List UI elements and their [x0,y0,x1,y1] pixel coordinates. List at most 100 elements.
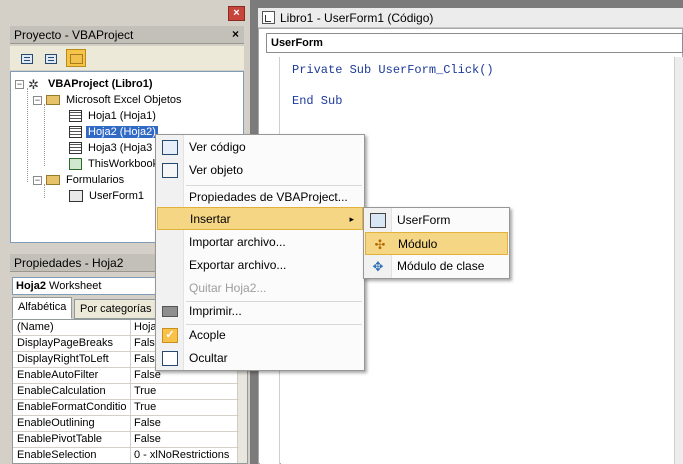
object-combo[interactable]: UserForm [266,33,683,53]
vba-project-icon: ✲ [28,76,39,92]
project-toolbar [10,46,244,70]
submenu-item-userform[interactable]: UserForm [364,209,509,232]
property-row[interactable]: EnableSelection 0 - xlNoRestrictions [13,448,240,463]
menu-item-label: Exportar archivo... [189,258,287,272]
menu-item-view-object[interactable]: Ver objeto [156,159,364,182]
menu-item-dockable[interactable]: ✓ Acople [156,324,364,347]
tab-alphabetic[interactable]: Alfabética [12,297,73,319]
menu-item-project-properties[interactable]: Propiedades de VBAProject... [156,186,364,209]
property-row[interactable]: EnableCalculation True [13,384,239,400]
code-vertical-scrollbar[interactable] [674,57,683,464]
menu-item-hide[interactable]: Ocultar [156,347,364,370]
collapse-icon[interactable]: − [15,79,24,89]
toggle-folders-toolbar-button[interactable] [66,49,86,67]
menu-item-label: Módulo de clase [397,259,485,273]
tree-item-userform[interactable]: UserForm1 [69,188,146,204]
collapse-icon[interactable]: − [33,175,42,185]
menu-item-label: UserForm [397,213,451,227]
tree-item-root[interactable]: − ✲ VBAProject (Libro1) [15,76,155,92]
property-name: EnableOutlining [17,417,95,429]
property-name: EnableSelection [17,449,97,461]
code-window-titlebar[interactable]: Libro1 - UserForm1 (Código) [258,8,683,28]
code-line[interactable]: Private Sub UserForm_Click() [292,63,494,77]
menu-item-view-code[interactable]: Ver código [156,136,364,159]
property-name: EnablePivotTable [17,433,103,445]
context-menu: Ver código Ver objeto Propiedades de VBA… [155,134,365,371]
worksheet-icon [69,142,82,155]
project-pane-title-text: Proyecto - VBAProject [14,28,134,42]
checkmark-icon: ✓ [162,328,178,343]
worksheet-icon [69,110,82,123]
view-code-toolbar-button[interactable] [16,49,36,67]
menu-item-label: Importar archivo... [189,235,286,249]
menu-item-label: Módulo [398,237,438,251]
tree-item-sheet[interactable]: Hoja3 (Hoja3 [69,140,154,156]
hide-icon [162,351,178,366]
userform-icon [69,190,83,203]
menu-item-label: Insertar [190,212,231,226]
object-view-icon [45,54,57,64]
property-name: EnableFormatCondition [17,401,127,413]
folder-icon [46,175,60,186]
code-window-icon [21,54,33,64]
property-value[interactable]: True [130,384,240,399]
menu-item-label: Acople [189,328,226,342]
property-value[interactable]: False [130,432,240,447]
menu-item-print[interactable]: Imprimir... [156,300,364,323]
tree-item-label: ThisWorkbook [88,158,159,170]
code-window-icon [262,11,275,24]
tree-item-workbook[interactable]: ThisWorkbook [69,156,160,172]
property-value[interactable]: 0 - xlNoRestrictions [130,448,240,463]
menu-item-insert[interactable]: Insertar ▸ [157,207,363,230]
userform-icon [370,213,386,228]
worksheet-icon [69,126,82,139]
tree-item-label: Hoja2 (Hoja2) [86,126,158,138]
code-line[interactable]: End Sub [292,94,342,108]
tree-item-sheet[interactable]: Hoja1 (Hoja1) [69,108,158,124]
tree-item-label: Hoja3 (Hoja3 [88,142,153,154]
property-row[interactable]: EnableOutlining False [13,416,239,432]
module-icon: ✣ [374,237,386,252]
window-close-button[interactable]: × [228,6,245,21]
menu-item-label: Imprimir... [189,304,242,318]
class-module-icon: ✥ [372,259,384,274]
object-type: Worksheet [49,280,102,292]
menu-item-label: Propiedades de VBAProject... [189,190,348,204]
code-window-title: Libro1 - UserForm1 (Código) [280,11,434,25]
workbook-icon [69,158,82,171]
tree-item-label: VBAProject (Libro1) [48,78,153,90]
insert-submenu: UserForm ✣ Módulo ✥ Módulo de clase [363,207,510,279]
menu-item-remove-sheet[interactable]: Quitar Hoja2... [156,277,364,300]
property-row[interactable]: EnableFormatCondition True [13,400,239,416]
menu-item-label: Ver código [189,140,246,154]
menu-item-label: Ver objeto [189,163,244,177]
object-name: Hoja2 [16,280,46,292]
submenu-item-class-module[interactable]: ✥ Módulo de clase [364,255,509,278]
code-window-icon [162,140,178,155]
folder-icon [70,54,83,64]
menu-item-export-file[interactable]: Exportar archivo... [156,254,364,277]
object-view-icon [162,163,178,178]
tree-item-label: Formularios [66,174,125,186]
tree-item-label: UserForm1 [89,190,145,202]
menu-item-import-file[interactable]: Importar archivo... [156,231,364,254]
project-pane-close-button[interactable]: × [229,28,242,41]
printer-icon [162,306,178,317]
property-value[interactable]: True [130,400,240,415]
tree-item-forms[interactable]: − Formularios [33,172,126,188]
submenu-item-module[interactable]: ✣ Módulo [365,232,508,255]
property-name: EnableCalculation [17,385,106,397]
property-name: DisplayPageBreaks [17,337,113,349]
tree-item-excel-objects[interactable]: − Microsoft Excel Objetos [33,92,184,108]
collapse-icon[interactable]: − [33,95,42,105]
tree-item-label: Hoja1 (Hoja1) [88,110,156,122]
property-name: EnableAutoFilter [17,369,99,381]
property-value[interactable]: False [130,416,240,431]
property-row[interactable]: EnablePivotTable False [13,432,239,448]
tree-item-sheet-selected[interactable]: Hoja2 (Hoja2) [69,124,158,140]
menu-item-label: Quitar Hoja2... [189,281,267,295]
tab-categories[interactable]: Por categorías [74,299,158,319]
property-name: DisplayRightToLeft [17,353,109,365]
project-pane-title: Proyecto - VBAProject × [10,26,244,44]
view-object-toolbar-button[interactable] [40,49,60,67]
